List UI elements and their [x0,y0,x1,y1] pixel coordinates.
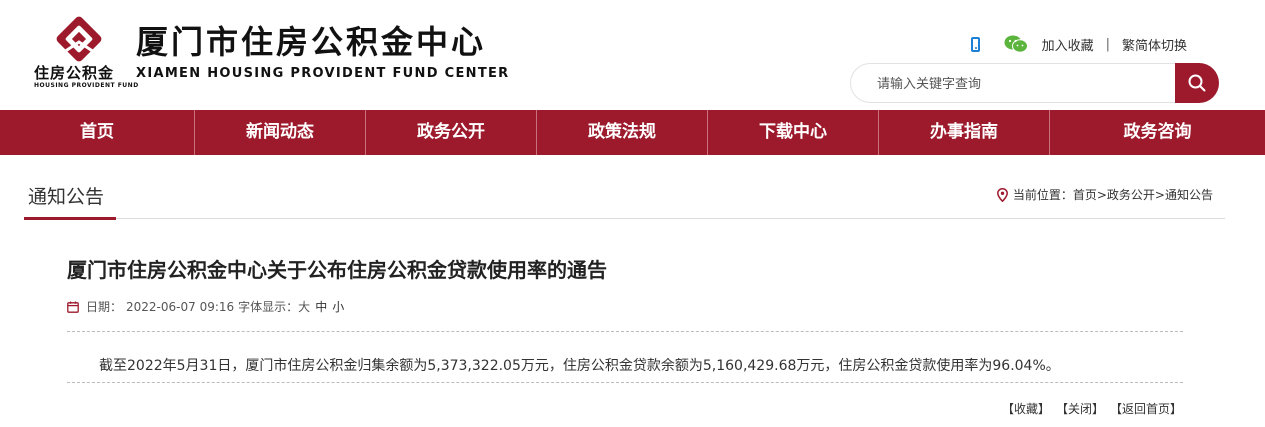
location-pin-icon [996,187,1008,202]
calendar-icon [67,301,79,313]
nav-item-gov-affairs[interactable]: 政务公开 [366,110,537,155]
nav-item-consult[interactable]: 政务咨询 [1050,110,1265,155]
font-size-large[interactable]: 大 [298,298,310,315]
nav-item-downloads[interactable]: 下载中心 [708,110,879,155]
breadcrumb-gov-affairs[interactable]: 政务公开 [1107,186,1155,203]
section-title-underline [24,217,116,220]
search-icon [1188,74,1206,92]
breadcrumb-sep: > [1154,187,1165,202]
logo-text-en: HOUSING PROVIDENT FUND [34,82,139,89]
mobile-link[interactable] [970,36,1004,52]
divider-bottom [67,382,1183,383]
publish-date: 2022-06-07 09:16 [126,299,235,314]
article-title: 厦门市住房公积金中心关于公布住房公积金贷款使用率的通告 [67,258,607,282]
wechat-link[interactable] [1004,35,1028,53]
close-link[interactable]: 【关闭】 [1056,400,1104,417]
site-header: 住房公积金 HOUSING PROVIDENT FUND 厦门市住房公积金中心 … [0,0,1265,110]
breadcrumb-prefix: 当前位置： [1012,188,1073,202]
section-header: 通知公告 当前位置： 首页 > 政务公开 > 通知公告 [24,172,1225,220]
article-meta: 日期： 2022-06-07 09:16 字体显示： 大 中 小 [67,298,344,315]
font-size-small[interactable]: 小 [332,298,344,315]
search-box [850,63,1219,103]
breadcrumb-notices[interactable]: 通知公告 [1165,186,1213,203]
nav-item-news[interactable]: 新闻动态 [195,110,366,155]
main-nav: 首页 新闻动态 政务公开 政策法规 下载中心 办事指南 政务咨询 [0,110,1265,155]
nav-item-guide[interactable]: 办事指南 [879,110,1050,155]
top-links: 加入收藏 | 繁简体切换 [970,33,1187,55]
org-name-en: XIAMEN HOUSING PROVIDENT FUND CENTER [136,66,510,81]
article-body: 截至2022年5月31日，厦门市住房公积金归集余额为5,373,322.05万元… [99,358,1060,374]
back-home-link[interactable]: 【返回首页】 [1110,400,1182,417]
switch-script-link[interactable]: 繁简体切换 [1122,35,1187,54]
add-favorite-link[interactable]: 加入收藏 [1042,35,1094,54]
phone-icon [970,36,980,52]
divider-top [67,331,1183,332]
article-actions: 【收藏】 【关闭】 【返回首页】 [1002,400,1182,417]
org-name-cn: 厦门市住房公积金中心 [136,23,487,61]
wechat-icon [1004,35,1028,53]
font-size-medium[interactable]: 中 [315,298,327,315]
logo-text-cn: 住房公积金 [34,64,115,82]
housing-fund-logo-icon[interactable] [52,12,106,66]
breadcrumb-sep: > [1096,187,1107,202]
search-input[interactable] [875,73,1169,95]
breadcrumb-home[interactable]: 首页 [1073,186,1097,203]
date-label: 日期： [86,300,123,314]
section-title: 通知公告 [28,186,105,208]
favorite-link[interactable]: 【收藏】 [1002,400,1050,417]
nav-item-home[interactable]: 首页 [0,110,195,155]
search-button[interactable] [1175,63,1219,103]
font-size-label: 字体显示： [238,300,299,314]
link-separator: | [1105,36,1110,52]
breadcrumb: 当前位置： 首页 > 政务公开 > 通知公告 [996,186,1213,203]
nav-item-policies[interactable]: 政策法规 [537,110,708,155]
